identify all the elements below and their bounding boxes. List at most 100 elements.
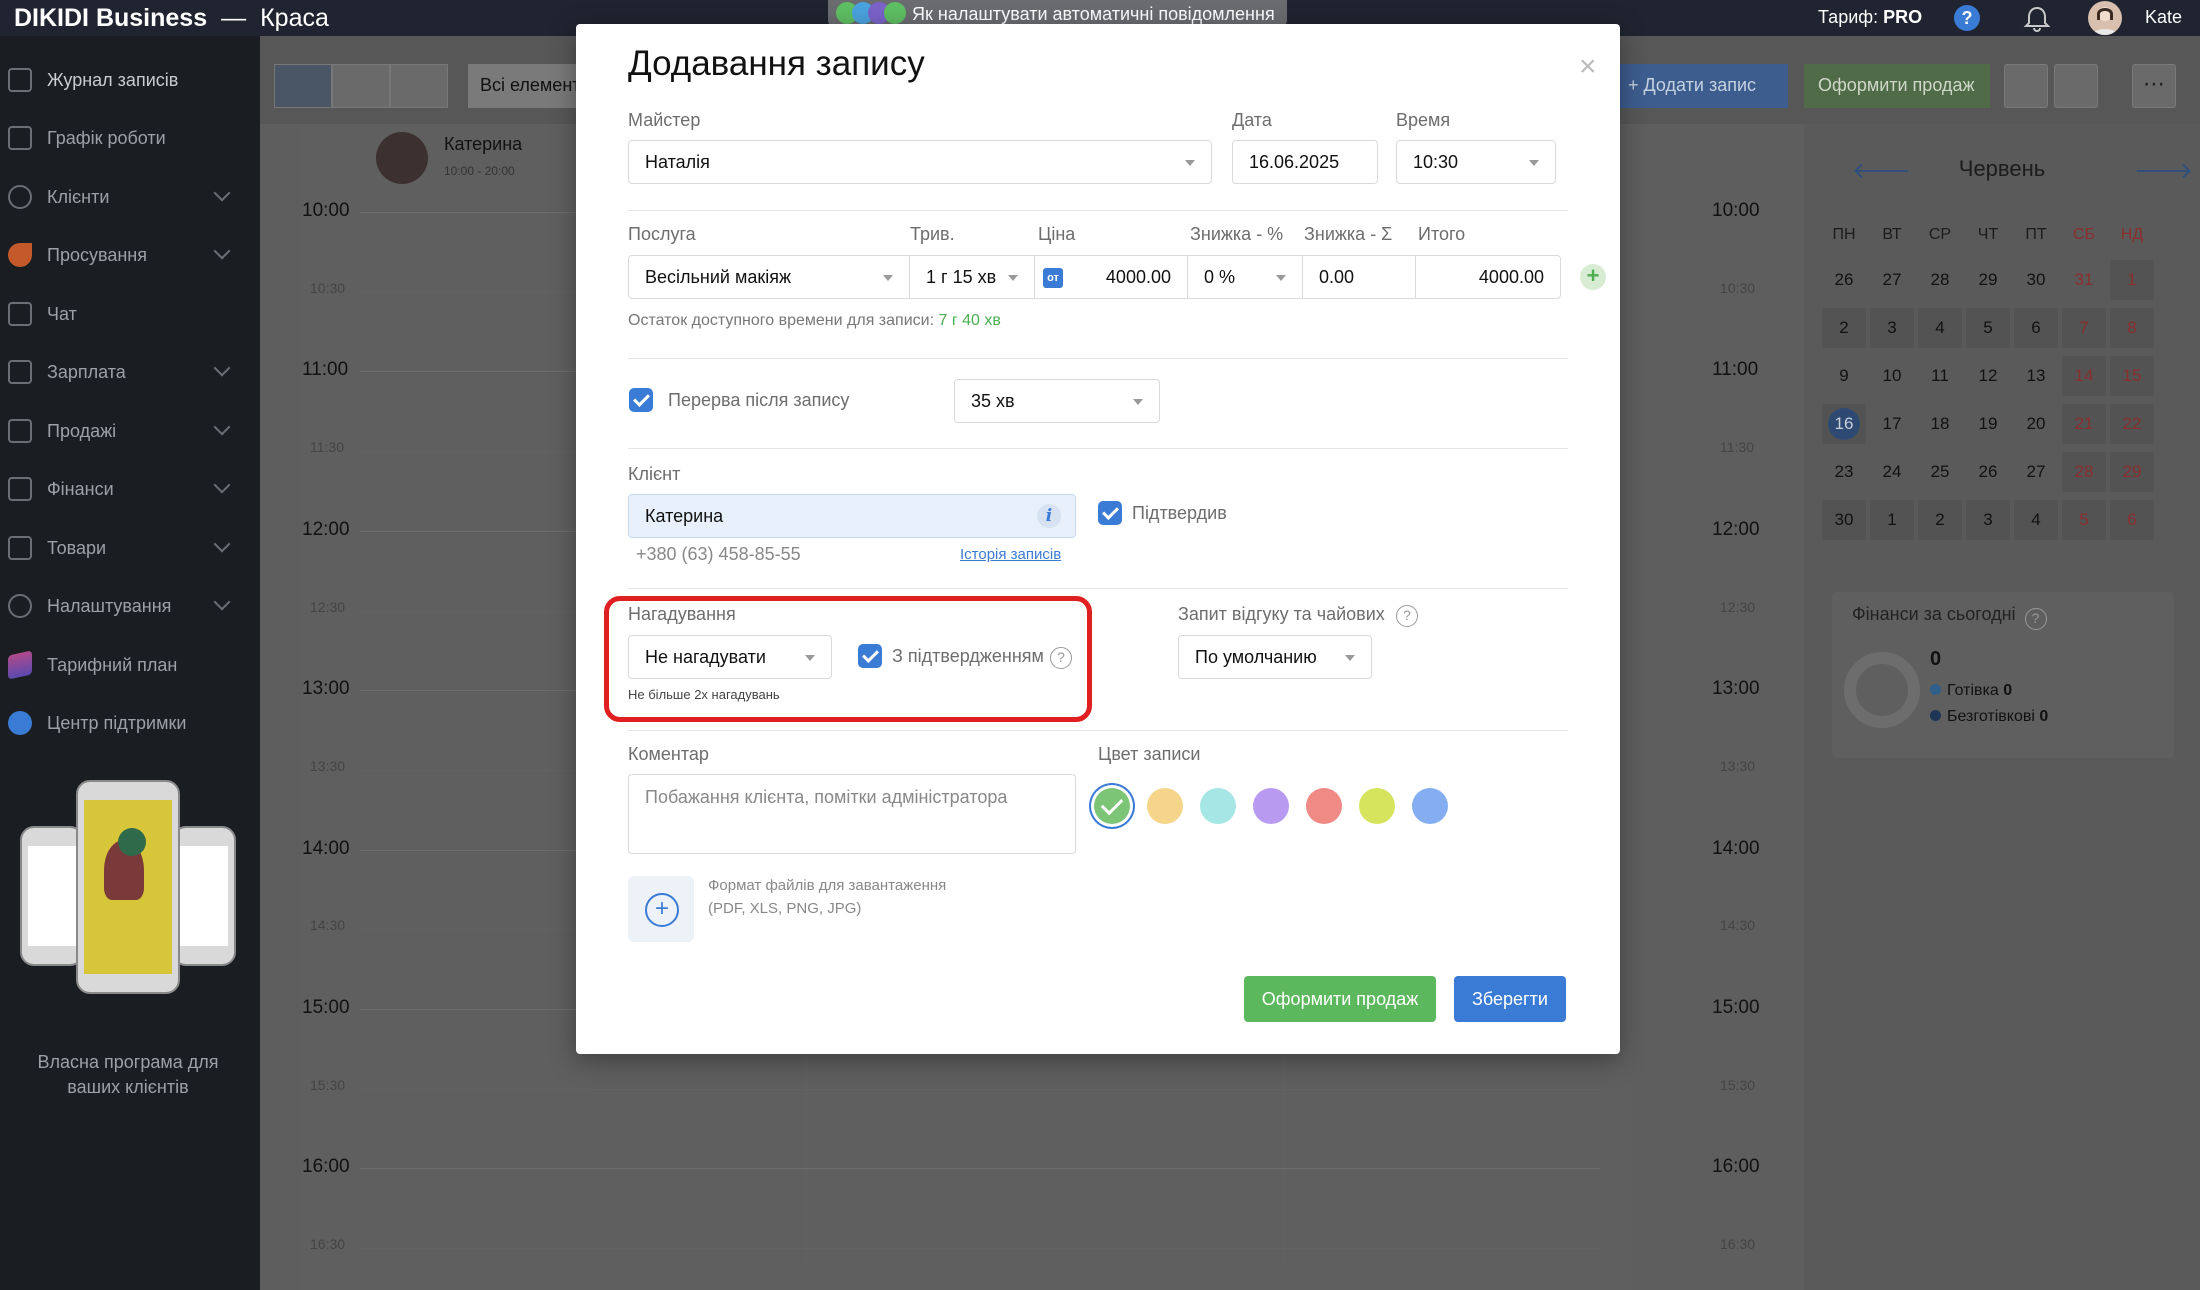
calendar-day[interactable]: 4	[1918, 308, 1962, 348]
calendar-day[interactable]: 26	[1822, 260, 1866, 300]
sidebar-item-support[interactable]: Центр підтримки	[0, 695, 260, 753]
master-select[interactable]: Наталія	[628, 140, 1212, 184]
sidebar-item-schedule[interactable]: Графік роботи	[0, 110, 260, 168]
calendar-day[interactable]: 5	[2062, 500, 2106, 540]
calendar-day[interactable]: 18	[1918, 404, 1962, 444]
calendar-day[interactable]: 22	[2110, 404, 2154, 444]
cash-in-icon[interactable]	[2004, 64, 2048, 108]
color-swatch[interactable]	[1359, 788, 1395, 824]
close-icon[interactable]: ×	[1579, 52, 1597, 82]
promo-text[interactable]: Власна програма для ваших клієнтів	[20, 1050, 236, 1100]
brand[interactable]: DIKIDI Business — Краса	[14, 4, 329, 33]
save-button[interactable]: Зберегти	[1454, 976, 1566, 1022]
calendar-day[interactable]: 31	[2062, 260, 2106, 300]
duration-select[interactable]: 1 г 15 хв	[909, 255, 1035, 299]
confirmed-checkbox[interactable]	[1098, 501, 1122, 525]
color-swatch[interactable]	[1147, 788, 1183, 824]
calendar-day[interactable]: 5	[1966, 308, 2010, 348]
next-month-arrow-icon[interactable]: 🡒	[2134, 158, 2193, 184]
calendar-day[interactable]: 27	[1870, 260, 1914, 300]
promo-phones-image[interactable]	[20, 780, 236, 1020]
calendar-day[interactable]: 19	[1966, 404, 2010, 444]
cash-out-icon[interactable]	[2054, 64, 2098, 108]
calendar-day[interactable]: 23	[1822, 452, 1866, 492]
discount-sum-field[interactable]: 0.00	[1302, 255, 1416, 299]
sidebar-item-salary[interactable]: Зарплата	[0, 344, 260, 402]
calendar-day[interactable]: 26	[1966, 452, 2010, 492]
color-swatch[interactable]	[1412, 788, 1448, 824]
history-link[interactable]: Історія записів	[960, 546, 1061, 563]
sidebar-item-clients[interactable]: Клієнти	[0, 169, 260, 227]
tariff[interactable]: Тариф: PRO	[1818, 7, 1922, 28]
calendar-day[interactable]: 13	[2014, 356, 2058, 396]
color-swatch[interactable]	[1253, 788, 1289, 824]
date-field[interactable]: 16.06.2025	[1232, 140, 1378, 184]
calendar-view-button[interactable]	[274, 64, 332, 108]
sidebar-item-goods[interactable]: Товари	[0, 520, 260, 578]
feedback-select[interactable]: По умолчанию	[1178, 635, 1372, 679]
sidebar-item-sales[interactable]: Продажі	[0, 403, 260, 461]
sidebar-item-journal[interactable]: Журнал записів	[0, 52, 260, 110]
calendar-day[interactable]: 28	[1918, 260, 1962, 300]
calendar-day[interactable]: 28	[2062, 452, 2106, 492]
calendar-day[interactable]: 25	[1918, 452, 1962, 492]
add-service-icon[interactable]: +	[1580, 264, 1606, 290]
total-field[interactable]: 4000.00	[1415, 255, 1561, 299]
calendar-day[interactable]: 30	[2014, 260, 2058, 300]
user-avatar[interactable]	[2088, 1, 2122, 35]
list-view-button[interactable]	[332, 64, 390, 108]
calendar-day[interactable]: 27	[2014, 452, 2058, 492]
calendar-day[interactable]: 1	[2110, 260, 2154, 300]
sidebar-item-finance[interactable]: Фінанси	[0, 461, 260, 519]
comment-textarea[interactable]: Побажання клієнта, помітки адміністратор…	[628, 774, 1076, 854]
calendar-day[interactable]: 3	[1870, 308, 1914, 348]
calendar-day[interactable]: 21	[2062, 404, 2106, 444]
bell-icon[interactable]	[2022, 4, 2052, 34]
calendar-day[interactable]: 2	[1822, 308, 1866, 348]
more-icon[interactable]: ⋯	[2132, 64, 2176, 108]
calendar-day[interactable]: 10	[1870, 356, 1914, 396]
calendar-day[interactable]: 20	[2014, 404, 2058, 444]
user-name[interactable]: Kate	[2145, 7, 2182, 28]
discount-pct-select[interactable]: 0 %	[1187, 255, 1303, 299]
help-icon[interactable]: ?	[1954, 5, 1980, 31]
info-icon[interactable]: i	[1037, 504, 1061, 528]
calendar-day[interactable]: 4	[2014, 500, 2058, 540]
make-sale-button[interactable]: Оформити продаж	[1804, 64, 1990, 108]
masters-view-button[interactable]	[390, 64, 448, 108]
break-checkbox[interactable]	[629, 388, 653, 412]
make-sale-button[interactable]: Оформити продаж	[1244, 976, 1436, 1022]
calendar-day[interactable]: 29	[1966, 260, 2010, 300]
calendar-day[interactable]: 15	[2110, 356, 2154, 396]
sidebar-item-chat[interactable]: Чат	[0, 286, 260, 344]
price-from-badge[interactable]: от	[1043, 268, 1063, 288]
color-swatch[interactable]	[1200, 788, 1236, 824]
service-select[interactable]: Весільний макіяж	[628, 255, 910, 299]
calendar-day[interactable]: 6	[2014, 308, 2058, 348]
calendar-day[interactable]: 17	[1870, 404, 1914, 444]
price-field[interactable]: от 4000.00	[1034, 255, 1188, 299]
calendar-day[interactable]: 7	[2062, 308, 2106, 348]
calendar-day[interactable]: 12	[1966, 356, 2010, 396]
help-icon[interactable]: ?	[2024, 608, 2047, 630]
add-record-button[interactable]: + Додати запис	[1618, 64, 1788, 108]
client-field[interactable]: Катерина i	[628, 494, 1076, 538]
calendar-day[interactable]: 6	[2110, 500, 2154, 540]
calendar-day[interactable]: 1	[1870, 500, 1914, 540]
calendar-day[interactable]: 3	[1966, 500, 2010, 540]
calendar-day[interactable]: 29	[2110, 452, 2154, 492]
upload-file-button[interactable]	[628, 876, 694, 942]
time-select[interactable]: 10:30	[1396, 140, 1556, 184]
calendar-day[interactable]: 24	[1870, 452, 1914, 492]
sidebar-item-tariff[interactable]: Тарифний план	[0, 637, 260, 695]
help-icon[interactable]: ?	[1396, 605, 1418, 627]
color-swatch-selected[interactable]	[1094, 788, 1130, 824]
calendar-day[interactable]: 11	[1918, 356, 1962, 396]
calendar-day[interactable]: 2	[1918, 500, 1962, 540]
sidebar-item-promotion[interactable]: Просування	[0, 227, 260, 285]
calendar-day[interactable]: 9	[1822, 356, 1866, 396]
calendar-day[interactable]: 30	[1822, 500, 1866, 540]
calendar-day-today[interactable]: 16	[1822, 404, 1866, 444]
calendar-day[interactable]: 14	[2062, 356, 2106, 396]
sidebar-item-settings[interactable]: Налаштування	[0, 578, 260, 636]
